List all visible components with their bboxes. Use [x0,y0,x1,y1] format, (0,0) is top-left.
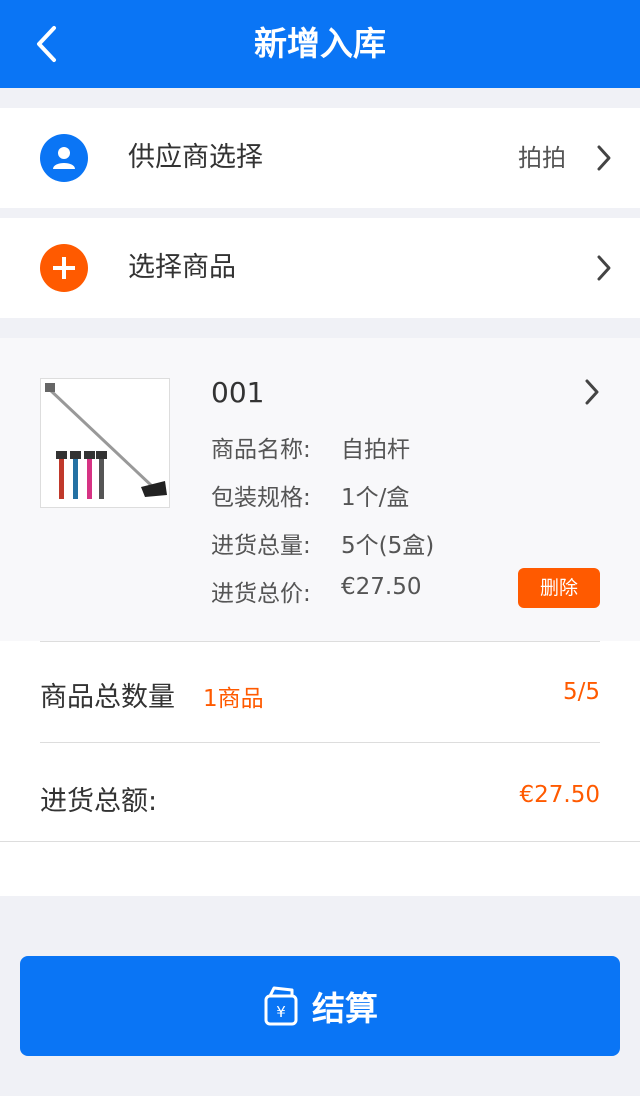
checkout-label: 结算 [312,989,378,1028]
app-header: 新增入库 [0,0,640,88]
product-pack-label: 包装规格: [211,485,311,511]
delete-button[interactable]: 删除 [518,568,600,608]
supplier-select-row[interactable]: 供应商选择 拍拍 [0,108,640,208]
supplier-value: 拍拍 [518,144,566,172]
product-thumbnail [40,378,170,508]
supplier-label: 供应商选择 [128,142,263,173]
select-goods-label: 选择商品 [128,252,236,283]
total-amount-value: €27.50 [519,782,600,808]
total-count-label: 商品总数量 [40,682,175,713]
product-item[interactable]: 001 商品名称: 自拍杆 包装规格: 1个/盒 进货总量: 5个(5盒) 进货… [0,338,640,641]
product-price-label: 进货总价: [211,581,311,607]
divider [40,641,600,642]
product-name: 自拍杆 [341,437,410,463]
selfie-stick-image [45,383,167,499]
chevron-right-icon [597,255,611,281]
total-count-sub: 1商品 [203,686,264,712]
product-price: €27.50 [341,574,422,600]
svg-text:¥: ¥ [276,1003,286,1021]
product-qty-line: 进货总量: 5个(5盒) [211,526,434,560]
spacer [0,842,640,896]
product-price-line: 进货总价: €27.50 [211,574,421,608]
product-qty: 5个(5盒) [341,533,435,559]
chevron-right-icon[interactable] [584,378,600,406]
divider [40,742,600,743]
product-name-label: 商品名称: [211,437,311,463]
chevron-right-icon [597,145,611,171]
wallet-yen-icon: ¥ [264,986,298,1026]
total-amount-label: 进货总额: [40,786,158,817]
plus-icon [40,244,88,292]
product-pack-line: 包装规格: 1个/盒 [211,478,409,512]
checkout-button[interactable]: ¥ 结算 [20,956,620,1056]
page-title: 新增入库 [254,24,386,63]
summary-section: 商品总数量 1商品 5/5 进货总额: €27.50 [0,641,640,841]
select-goods-row[interactable]: 选择商品 [0,218,640,318]
product-pack: 1个/盒 [341,485,410,511]
product-name-line: 商品名称: 自拍杆 [211,430,410,464]
user-icon [40,134,88,182]
product-code: 001 [211,376,265,409]
product-qty-label: 进货总量: [211,533,311,559]
total-count-value: 5/5 [562,679,600,705]
